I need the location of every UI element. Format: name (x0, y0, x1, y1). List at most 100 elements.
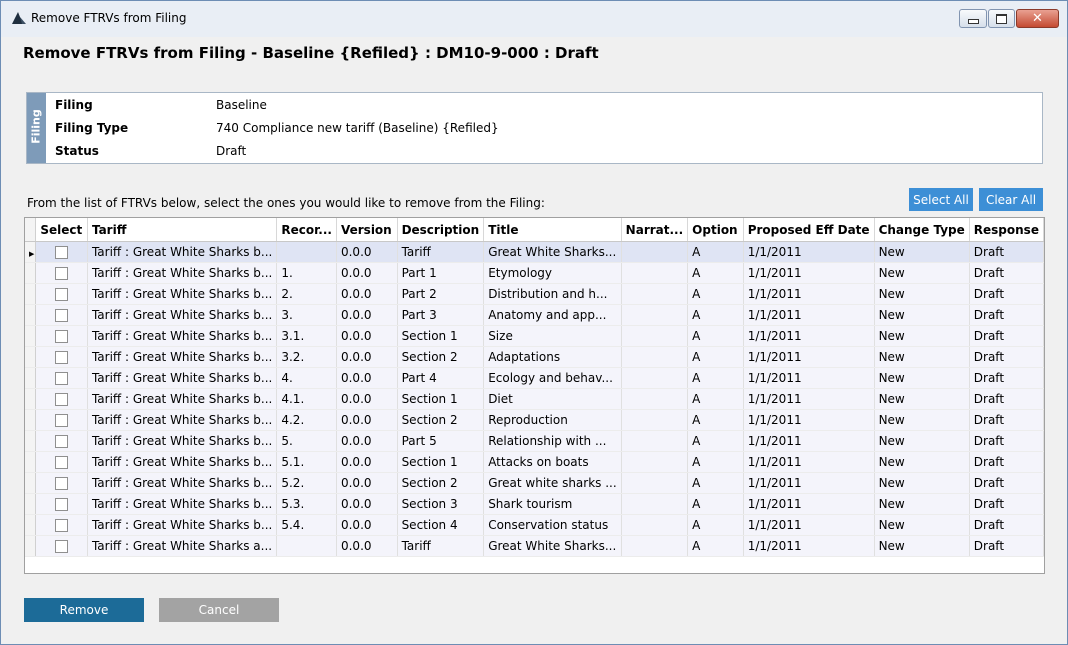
row-select-checkbox[interactable] (54, 435, 68, 448)
row-indicator[interactable] (25, 346, 36, 368)
cell-tariff: Tariff : Great White Sharks b... (87, 325, 278, 347)
column-header-select[interactable]: Select (35, 218, 88, 242)
filing-value: Baseline (216, 98, 267, 112)
cell-proposed-eff-date: 1/1/2011 (743, 262, 875, 284)
table-row[interactable]: ▶ Tariff : Great White Sharks b... 0.0.0 Ta… (25, 241, 1044, 263)
close-button[interactable]: ✕ (1016, 9, 1059, 28)
column-header-option[interactable]: Option (687, 218, 744, 242)
row-indicator[interactable] (25, 451, 36, 473)
cell-record: 5. (276, 430, 337, 452)
row-select-checkbox[interactable] (54, 393, 68, 406)
cell-narrative (621, 472, 689, 494)
row-select-checkbox[interactable] (54, 288, 68, 301)
remove-button[interactable]: Remove (24, 598, 144, 622)
cell-title: Etymology (483, 262, 622, 284)
cell-proposed-eff-date: 1/1/2011 (743, 283, 875, 305)
row-indicator[interactable] (25, 535, 36, 557)
table-row[interactable]: Tariff : Great White Sharks b... 3.1. 0.0.… (25, 325, 1044, 347)
table-row[interactable]: Tariff : Great White Sharks b... 1. 0.0.0 P… (25, 262, 1044, 284)
column-header-response[interactable]: Response (969, 218, 1044, 242)
table-row[interactable]: Tariff : Great White Sharks b... 5.1. 0.0.… (25, 451, 1044, 473)
table-row[interactable]: Tariff : Great White Sharks b... 3.2. 0.0.… (25, 346, 1044, 368)
table-row[interactable]: Tariff : Great White Sharks b... 5.3. 0.0.… (25, 493, 1044, 515)
table-row[interactable]: Tariff : Great White Sharks b... 4.2. 0.0.… (25, 409, 1044, 431)
row-indicator[interactable] (25, 388, 36, 410)
clear-all-button[interactable]: Clear All (979, 188, 1043, 211)
cell-description: Section 1 (397, 451, 485, 473)
cell-select (35, 409, 88, 431)
cancel-button[interactable]: Cancel (159, 598, 279, 622)
row-select-checkbox[interactable] (54, 477, 68, 490)
cell-title: Great White Sharks... (483, 535, 622, 557)
cell-tariff: Tariff : Great White Sharks b... (87, 514, 278, 536)
cell-select (35, 283, 88, 305)
cell-option: A (687, 535, 744, 557)
row-indicator[interactable] (25, 367, 36, 389)
row-indicator[interactable] (25, 472, 36, 494)
table-row[interactable]: Tariff : Great White Sharks b... 5.4. 0.0.… (25, 514, 1044, 536)
column-header-version[interactable]: Version (336, 218, 398, 242)
cell-description: Section 1 (397, 388, 485, 410)
table-row[interactable]: Tariff : Great White Sharks b... 4. 0.0.0 P… (25, 367, 1044, 389)
row-select-checkbox[interactable] (54, 246, 68, 259)
dialog-window: Remove FTRVs from Filing ✕ Remove FTRVs … (0, 0, 1068, 645)
row-select-checkbox[interactable] (54, 414, 68, 427)
table-row[interactable]: Tariff : Great White Sharks b... 3. 0.0.0 P… (25, 304, 1044, 326)
row-indicator[interactable] (25, 304, 36, 326)
row-select-checkbox[interactable] (54, 456, 68, 469)
cell-option: A (687, 304, 744, 326)
close-icon: ✕ (1032, 11, 1043, 26)
cell-narrative (621, 514, 689, 536)
row-indicator[interactable]: ▶ (25, 241, 36, 263)
column-header-title[interactable]: Title (483, 218, 622, 242)
row-indicator[interactable] (25, 430, 36, 452)
column-header-proposed-eff-date[interactable]: Proposed Eff Date (743, 218, 875, 242)
cell-option: A (687, 283, 744, 305)
table-row[interactable]: Tariff : Great White Sharks b... 2. 0.0.0 P… (25, 283, 1044, 305)
row-indicator-header (25, 218, 36, 242)
row-select-checkbox[interactable] (54, 372, 68, 385)
row-indicator[interactable] (25, 262, 36, 284)
row-select-checkbox[interactable] (54, 267, 68, 280)
table-row[interactable]: Tariff : Great White Sharks a... 0.0.0 Tar… (25, 535, 1044, 557)
table-row[interactable]: Tariff : Great White Sharks b... 5.2. 0.0.… (25, 472, 1044, 494)
row-select-checkbox[interactable] (54, 309, 68, 322)
table-row[interactable]: Tariff : Great White Sharks b... 4.1. 0.0.… (25, 388, 1044, 410)
cell-narrative (621, 346, 689, 368)
row-select-checkbox[interactable] (54, 351, 68, 364)
grid-header-row: Select Tariff Recor... Version Descripti… (25, 218, 1044, 242)
cell-change-type: New (874, 283, 970, 305)
row-indicator[interactable] (25, 493, 36, 515)
row-select-checkbox[interactable] (54, 330, 68, 343)
cell-response: Draft (969, 388, 1044, 410)
minimize-button[interactable] (959, 9, 987, 28)
cell-option: A (687, 241, 744, 263)
row-select-checkbox[interactable] (54, 498, 68, 511)
cell-narrative (621, 325, 689, 347)
column-header-record[interactable]: Recor... (276, 218, 337, 242)
maximize-button[interactable] (988, 9, 1015, 28)
column-header-change-type[interactable]: Change Type (874, 218, 970, 242)
cell-record (276, 241, 337, 263)
ftrv-grid[interactable]: Select Tariff Recor... Version Descripti… (24, 217, 1045, 574)
cell-change-type: New (874, 262, 970, 284)
column-header-description[interactable]: Description (397, 218, 485, 242)
cell-tariff: Tariff : Great White Sharks b... (87, 493, 278, 515)
cell-proposed-eff-date: 1/1/2011 (743, 325, 875, 347)
row-select-checkbox[interactable] (54, 540, 68, 553)
row-indicator[interactable] (25, 409, 36, 431)
row-indicator[interactable] (25, 325, 36, 347)
row-indicator[interactable] (25, 514, 36, 536)
cell-proposed-eff-date: 1/1/2011 (743, 451, 875, 473)
cell-version: 0.0.0 (336, 409, 398, 431)
row-select-checkbox[interactable] (54, 519, 68, 532)
cell-option: A (687, 493, 744, 515)
cell-select (35, 493, 88, 515)
select-all-button[interactable]: Select All (909, 188, 973, 211)
row-indicator[interactable] (25, 283, 36, 305)
column-header-narrative[interactable]: Narrat... (621, 218, 689, 242)
cell-version: 0.0.0 (336, 367, 398, 389)
table-row[interactable]: Tariff : Great White Sharks b... 5. 0.0.0 P… (25, 430, 1044, 452)
column-header-tariff[interactable]: Tariff (87, 218, 278, 242)
cell-select (35, 325, 88, 347)
